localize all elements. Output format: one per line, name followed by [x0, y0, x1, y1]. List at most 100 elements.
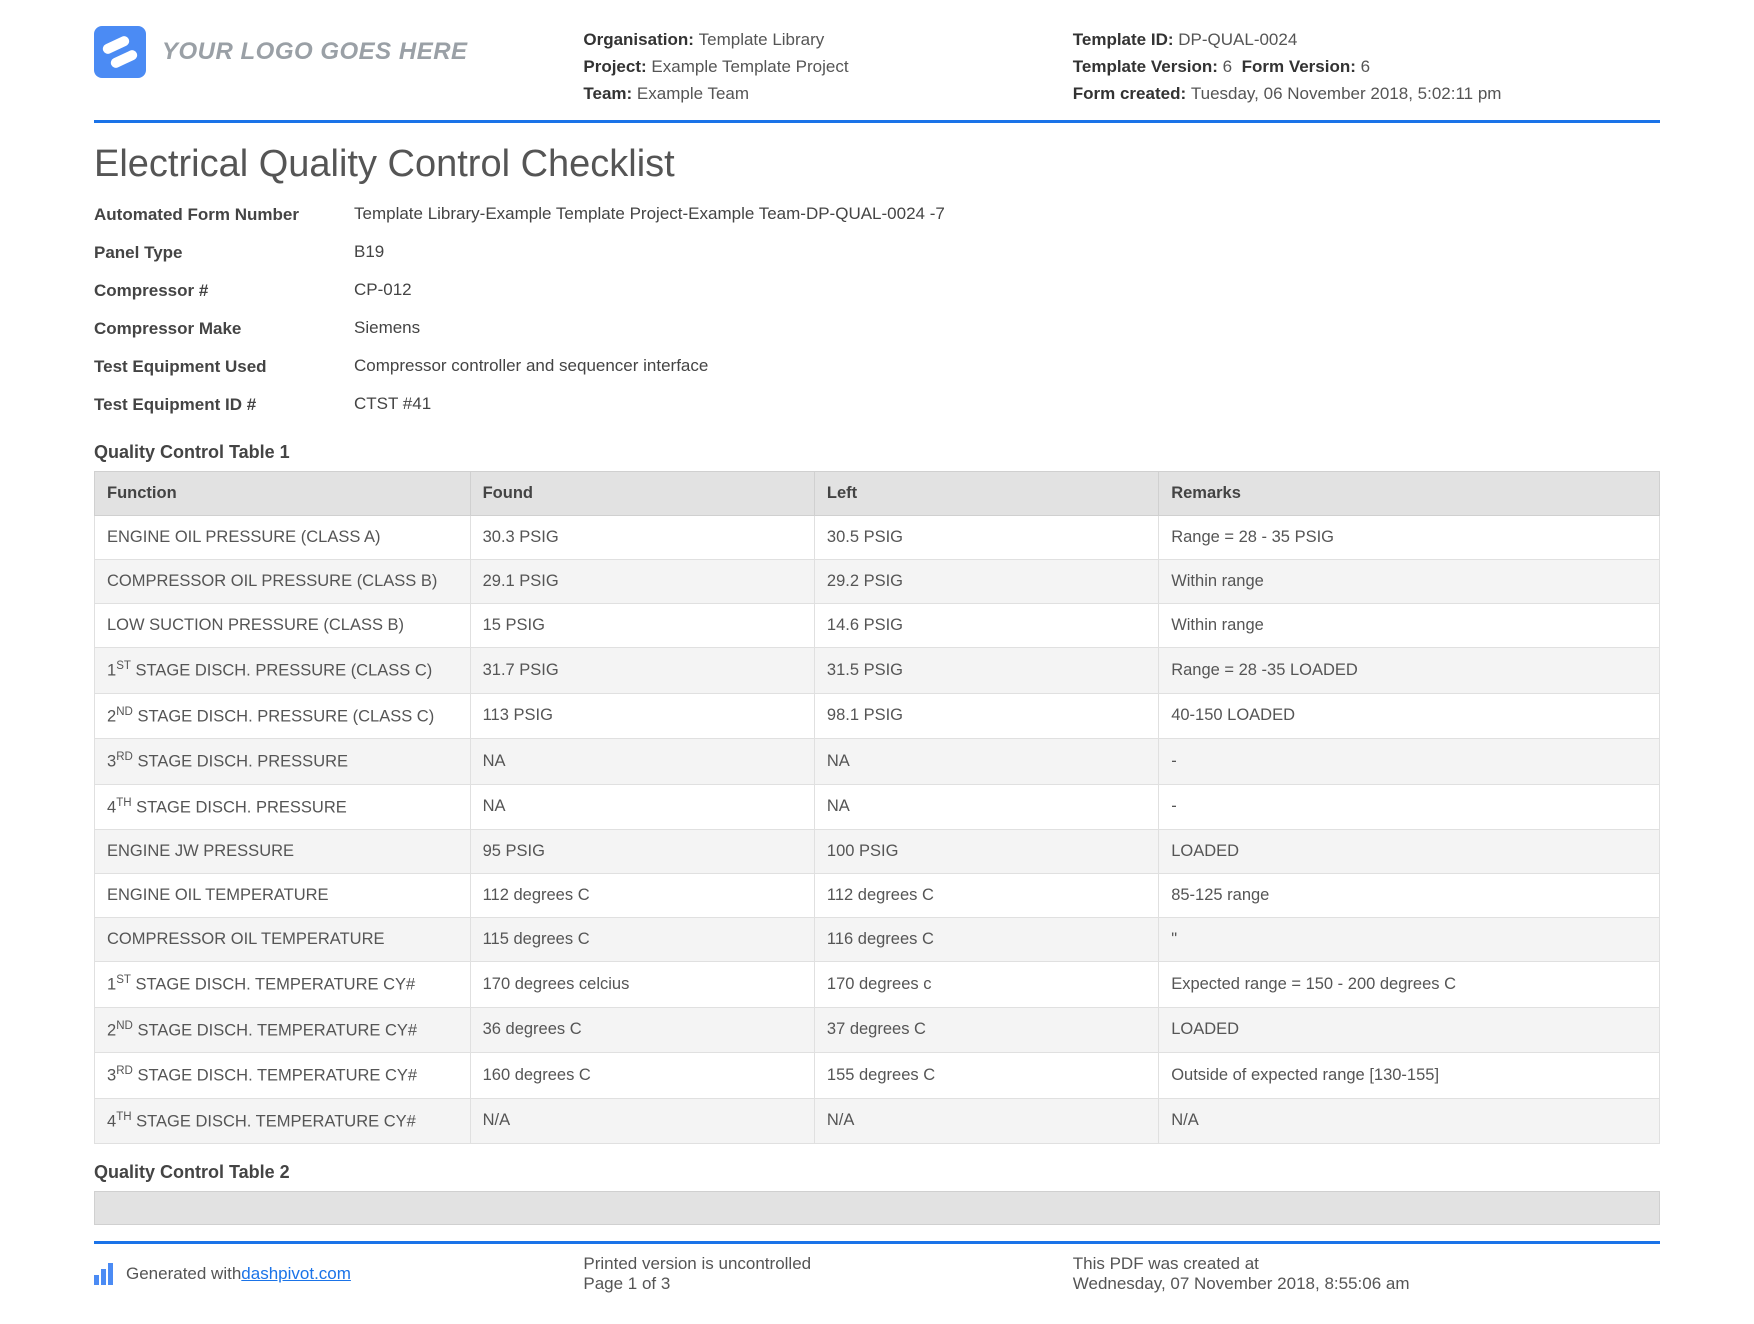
cell-found: 31.7 PSIG: [470, 648, 814, 694]
qc2-heading: Quality Control Table 2: [94, 1162, 1660, 1183]
cell-function: 2ND STAGE DISCH. TEMPERATURE CY#: [95, 1007, 471, 1053]
meta-value: Siemens: [354, 318, 1660, 340]
document-footer: Generated with dashpivot.com Printed ver…: [94, 1241, 1660, 1324]
cell-left: 155 degrees C: [814, 1053, 1158, 1099]
cell-left: 100 PSIG: [814, 830, 1158, 874]
org-value: Template Library: [699, 30, 825, 49]
qc1-heading: Quality Control Table 1: [94, 442, 1660, 463]
cell-left: 31.5 PSIG: [814, 648, 1158, 694]
qc1-col-found: Found: [470, 472, 814, 516]
meta-label: Automated Form Number: [94, 204, 354, 226]
cell-remarks: 85-125 range: [1159, 874, 1660, 918]
table-row: 1ST STAGE DISCH. PRESSURE (CLASS C)31.7 …: [95, 648, 1660, 694]
cell-remarks: Within range: [1159, 604, 1660, 648]
cell-remarks: 40-150 LOADED: [1159, 693, 1660, 739]
cell-left: 98.1 PSIG: [814, 693, 1158, 739]
table-row: 2ND STAGE DISCH. TEMPERATURE CY#36 degre…: [95, 1007, 1660, 1053]
pdf-created-label: This PDF was created at: [1073, 1254, 1660, 1274]
cell-left: 14.6 PSIG: [814, 604, 1158, 648]
qc1-col-remarks: Remarks: [1159, 472, 1660, 516]
cell-function: 3RD STAGE DISCH. PRESSURE: [95, 739, 471, 785]
cell-left: 112 degrees C: [814, 874, 1158, 918]
cell-function: 1ST STAGE DISCH. PRESSURE (CLASS C): [95, 648, 471, 694]
template-id-label: Template ID:: [1073, 30, 1174, 49]
cell-function: ENGINE OIL PRESSURE (CLASS A): [95, 516, 471, 560]
cell-found: 170 degrees celcius: [470, 962, 814, 1008]
table-row: 3RD STAGE DISCH. PRESSURENANA-: [95, 739, 1660, 785]
project-label: Project:: [583, 57, 646, 76]
cell-function: COMPRESSOR OIL TEMPERATURE: [95, 918, 471, 962]
page-number: Page 1 of 3: [583, 1274, 1072, 1294]
form-created-value: Tuesday, 06 November 2018, 5:02:11 pm: [1191, 84, 1502, 103]
cell-remarks: ": [1159, 918, 1660, 962]
dashpivot-icon: [94, 1263, 116, 1285]
cell-remarks: Within range: [1159, 560, 1660, 604]
table-row: COMPRESSOR OIL TEMPERATURE115 degrees C1…: [95, 918, 1660, 962]
cell-found: 160 degrees C: [470, 1053, 814, 1099]
meta-label: Test Equipment ID #: [94, 394, 354, 416]
dashpivot-link[interactable]: dashpivot.com: [241, 1264, 351, 1284]
cell-left: 170 degrees c: [814, 962, 1158, 1008]
uncontrolled-text: Printed version is uncontrolled: [583, 1254, 1072, 1274]
form-created-label: Form created:: [1073, 84, 1186, 103]
meta-row: Panel TypeB19: [94, 234, 1660, 272]
cell-left: 30.5 PSIG: [814, 516, 1158, 560]
page-title: Electrical Quality Control Checklist: [94, 143, 1660, 186]
form-version-label: Form Version:: [1242, 57, 1356, 76]
team-label: Team:: [583, 84, 632, 103]
table-row: ENGINE OIL TEMPERATURE112 degrees C112 d…: [95, 874, 1660, 918]
cell-left: N/A: [814, 1098, 1158, 1144]
cell-function: ENGINE OIL TEMPERATURE: [95, 874, 471, 918]
cell-found: 36 degrees C: [470, 1007, 814, 1053]
cell-found: 29.1 PSIG: [470, 560, 814, 604]
cell-found: NA: [470, 784, 814, 830]
cell-left: 116 degrees C: [814, 918, 1158, 962]
document-header: YOUR LOGO GOES HERE Organisation: Templa…: [94, 26, 1660, 123]
cell-found: 30.3 PSIG: [470, 516, 814, 560]
table-row: COMPRESSOR OIL PRESSURE (CLASS B)29.1 PS…: [95, 560, 1660, 604]
meta-value: Compressor controller and sequencer inte…: [354, 356, 1660, 378]
org-label: Organisation:: [583, 30, 694, 49]
pdf-created-value: Wednesday, 07 November 2018, 8:55:06 am: [1073, 1274, 1660, 1294]
cell-function: COMPRESSOR OIL PRESSURE (CLASS B): [95, 560, 471, 604]
meta-value: B19: [354, 242, 1660, 264]
qc1-col-left: Left: [814, 472, 1158, 516]
qc2-empty-strip: [94, 1191, 1660, 1225]
cell-remarks: N/A: [1159, 1098, 1660, 1144]
cell-remarks: Expected range = 150 - 200 degrees C: [1159, 962, 1660, 1008]
table-row: 4TH STAGE DISCH. PRESSURENANA-: [95, 784, 1660, 830]
cell-left: 37 degrees C: [814, 1007, 1158, 1053]
table-row: LOW SUCTION PRESSURE (CLASS B)15 PSIG14.…: [95, 604, 1660, 648]
logo-icon: [94, 26, 146, 78]
cell-function: 4TH STAGE DISCH. PRESSURE: [95, 784, 471, 830]
meta-value: CP-012: [354, 280, 1660, 302]
cell-found: 113 PSIG: [470, 693, 814, 739]
meta-row: Test Equipment UsedCompressor controller…: [94, 348, 1660, 386]
meta-fields: Automated Form NumberTemplate Library-Ex…: [94, 196, 1660, 425]
meta-row: Compressor #CP-012: [94, 272, 1660, 310]
cell-found: 115 degrees C: [470, 918, 814, 962]
cell-remarks: LOADED: [1159, 1007, 1660, 1053]
team-value: Example Team: [637, 84, 749, 103]
template-id-value: DP-QUAL-0024: [1178, 30, 1297, 49]
cell-function: LOW SUCTION PRESSURE (CLASS B): [95, 604, 471, 648]
cell-function: 4TH STAGE DISCH. TEMPERATURE CY#: [95, 1098, 471, 1144]
meta-label: Compressor #: [94, 280, 354, 302]
table-row: 2ND STAGE DISCH. PRESSURE (CLASS C)113 P…: [95, 693, 1660, 739]
form-version-value: 6: [1361, 57, 1370, 76]
cell-remarks: Range = 28 -35 LOADED: [1159, 648, 1660, 694]
cell-remarks: Outside of expected range [130-155]: [1159, 1053, 1660, 1099]
cell-found: 15 PSIG: [470, 604, 814, 648]
meta-row: Automated Form NumberTemplate Library-Ex…: [94, 196, 1660, 234]
cell-found: N/A: [470, 1098, 814, 1144]
cell-found: NA: [470, 739, 814, 785]
cell-function: 3RD STAGE DISCH. TEMPERATURE CY#: [95, 1053, 471, 1099]
table-row: ENGINE OIL PRESSURE (CLASS A)30.3 PSIG30…: [95, 516, 1660, 560]
cell-found: 112 degrees C: [470, 874, 814, 918]
table-row: 4TH STAGE DISCH. TEMPERATURE CY#N/AN/AN/…: [95, 1098, 1660, 1144]
logo-text: YOUR LOGO GOES HERE: [162, 38, 468, 66]
cell-remarks: LOADED: [1159, 830, 1660, 874]
cell-remarks: -: [1159, 784, 1660, 830]
qc1-col-function: Function: [95, 472, 471, 516]
qc1-table: Function Found Left Remarks ENGINE OIL P…: [94, 471, 1660, 1144]
